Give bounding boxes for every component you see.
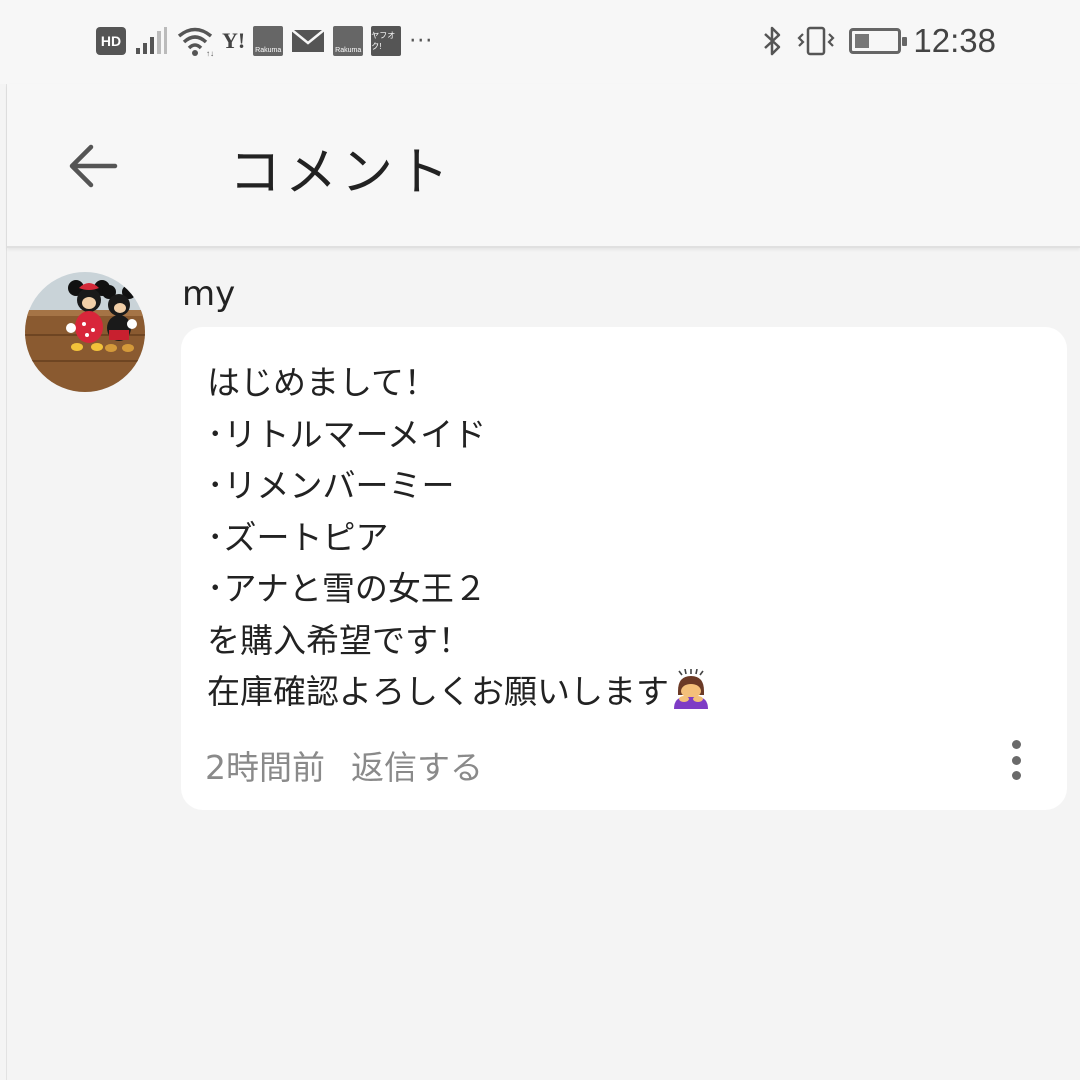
avatar-image bbox=[25, 272, 145, 392]
bowing-woman-emoji-icon bbox=[674, 669, 708, 709]
page-title: コメント bbox=[229, 143, 454, 203]
comment-body: はじめまして！ ･リトルマーメイド ･リメンバーミー ･ズートピア ･アナと雪の… bbox=[207, 357, 711, 718]
app-bar: コメント bbox=[7, 84, 1080, 248]
more-options-button[interactable] bbox=[1001, 735, 1031, 785]
comment-line: ･ズートピア bbox=[207, 517, 389, 557]
rakuma-icon: Rakuma bbox=[333, 26, 364, 56]
more-vertical-icon-dot bbox=[1011, 755, 1021, 765]
comment-line: ･リトルマーメイド bbox=[207, 414, 487, 454]
comment-meta: 2時間前 返信する bbox=[205, 741, 483, 789]
arrow-left-icon bbox=[69, 144, 118, 188]
comment-author[interactable]: my bbox=[182, 274, 235, 314]
hd-icon: HD bbox=[96, 27, 126, 55]
mail-icon bbox=[291, 29, 326, 52]
battery-icon bbox=[849, 28, 908, 54]
more-vertical-icon bbox=[1011, 740, 1021, 749]
comment-line: はじめまして！ bbox=[207, 363, 438, 402]
bluetooth-icon bbox=[764, 26, 781, 56]
status-bar: HD ↑↓ Y! Rakuma Rakuma ヤフオク! ··· 12:38 bbox=[0, 0, 1080, 84]
comment-line-text: 在庫確認よろしくお願いします bbox=[207, 672, 669, 711]
more-notifications-icon: ··· bbox=[409, 28, 434, 54]
comment-bubble: はじめまして！ ･リトルマーメイド ･リメンバーミー ･ズートピア ･アナと雪の… bbox=[181, 327, 1067, 810]
comment-line: ･アナと雪の女王２ bbox=[207, 569, 487, 608]
wifi-icon: ↑↓ bbox=[177, 27, 214, 57]
comment-screen: HD ↑↓ Y! Rakuma Rakuma ヤフオク! ··· 12:38 コ… bbox=[0, 0, 1080, 1080]
status-bar-right: 12:38 bbox=[761, 22, 996, 60]
yahoo-icon: Y! bbox=[222, 28, 246, 53]
svg-text:↑↓: ↑↓ bbox=[206, 49, 214, 57]
comment-timestamp: 2時間前 bbox=[205, 748, 325, 787]
reply-button[interactable]: 返信する bbox=[351, 741, 483, 789]
signal-icon bbox=[136, 27, 167, 54]
status-bar-left: HD ↑↓ Y! Rakuma Rakuma ヤフオク! ··· bbox=[96, 24, 433, 58]
comment-line: ･リメンバーミー bbox=[207, 466, 455, 505]
vibrate-icon bbox=[797, 26, 835, 56]
back-button[interactable] bbox=[61, 134, 125, 198]
comment-line: を購入希望です！ bbox=[207, 620, 471, 660]
battery-level bbox=[855, 34, 870, 48]
more-vertical-icon-dot bbox=[1011, 771, 1021, 780]
avatar[interactable] bbox=[25, 272, 145, 392]
status-time: 12:38 bbox=[913, 22, 996, 59]
yahuoku-icon: ヤフオク! bbox=[371, 26, 402, 56]
comment-line-last: 在庫確認よろしくお願いします bbox=[207, 666, 711, 718]
rakuma-icon: Rakuma bbox=[253, 26, 284, 56]
